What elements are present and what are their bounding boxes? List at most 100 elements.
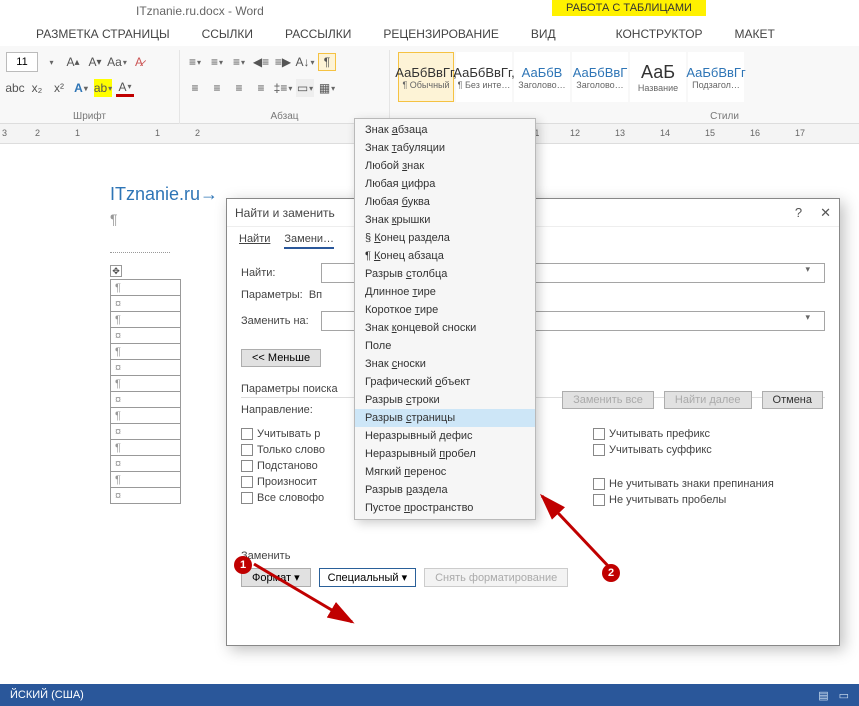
table-cell[interactable]: ¤ xyxy=(111,392,181,408)
tab-replace[interactable]: Замени… xyxy=(284,233,334,249)
special-menu-item-21[interactable]: Пустое пространство xyxy=(355,499,535,517)
special-menu-item-18[interactable]: Неразрывный пробел xyxy=(355,445,535,463)
find-next-button[interactable]: Найти далее xyxy=(664,391,752,409)
special-menu-item-12[interactable]: Поле xyxy=(355,337,535,355)
checkbox-icon[interactable] xyxy=(241,492,253,504)
special-menu-item-20[interactable]: Разрыв раздела xyxy=(355,481,535,499)
grow-font-icon[interactable]: A▴ xyxy=(64,53,82,71)
special-menu-item-7[interactable]: ¶ Конец абзаца xyxy=(355,247,535,265)
tab-view[interactable]: ВИД xyxy=(531,27,556,41)
replace-all-button[interactable]: Заменить все xyxy=(562,391,654,409)
style-item-2[interactable]: АаБбВЗаголово… xyxy=(514,52,570,102)
help-icon[interactable]: ? xyxy=(795,205,802,221)
tab-find[interactable]: Найти xyxy=(239,233,270,249)
special-menu-item-5[interactable]: Знак крышки xyxy=(355,211,535,229)
checkbox-icon[interactable] xyxy=(593,428,605,440)
font-size-dropdown-icon[interactable] xyxy=(42,53,60,71)
sort-icon[interactable]: A↓ xyxy=(296,53,314,71)
decrease-indent-icon[interactable]: ◀≡ xyxy=(252,53,270,71)
chevron-down-icon[interactable]: ▾ xyxy=(805,264,810,275)
style-item-5[interactable]: АаБбВвГгПодзагол… xyxy=(688,52,744,102)
table-cell[interactable]: ¶ xyxy=(111,440,181,456)
tab-table-design[interactable]: КОНСТРУКТОР xyxy=(616,27,703,41)
print-layout-view-icon[interactable]: ▤ xyxy=(818,689,828,702)
special-menu-item-10[interactable]: Короткое тире xyxy=(355,301,535,319)
special-menu-item-8[interactable]: Разрыв столбца xyxy=(355,265,535,283)
highlight-icon[interactable]: ab xyxy=(94,79,112,97)
table-move-handle[interactable]: ✥ xyxy=(110,265,122,277)
checkbox-icon[interactable] xyxy=(241,460,253,472)
special-menu-item-13[interactable]: Знак сноски xyxy=(355,355,535,373)
style-item-3[interactable]: АаБбВвГЗаголово… xyxy=(572,52,628,102)
document-hyperlink[interactable]: ITznanie.ru→ xyxy=(110,184,218,204)
special-menu-item-14[interactable]: Графический объект xyxy=(355,373,535,391)
align-center-icon[interactable]: ≡ xyxy=(208,79,226,97)
table-cell[interactable]: ¤ xyxy=(111,488,181,504)
checkbox-icon[interactable] xyxy=(593,478,605,490)
table-cell[interactable]: ¤ xyxy=(111,328,181,344)
special-menu-item-0[interactable]: Знак абзаца xyxy=(355,121,535,139)
align-right-icon[interactable]: ≡ xyxy=(230,79,248,97)
change-case-icon[interactable]: Aa xyxy=(108,53,126,71)
checkbox-icon[interactable] xyxy=(241,428,253,440)
special-menu-item-15[interactable]: Разрыв строки xyxy=(355,391,535,409)
show-marks-icon[interactable]: ¶ xyxy=(318,53,336,71)
checkbox-icon[interactable] xyxy=(241,444,253,456)
special-menu-item-16[interactable]: Разрыв страницы xyxy=(355,409,535,427)
tab-mailings[interactable]: РАССЫЛКИ xyxy=(285,27,351,41)
cancel-button[interactable]: Отмена xyxy=(762,391,823,409)
special-menu-item-1[interactable]: Знак табуляции xyxy=(355,139,535,157)
special-characters-menu[interactable]: Знак абзацаЗнак табуляцииЛюбой знакЛюбая… xyxy=(354,118,536,520)
style-item-0[interactable]: АаБбВвГг,¶ Обычный xyxy=(398,52,454,102)
tab-table-layout[interactable]: МАКЕТ xyxy=(735,27,775,41)
table-cell[interactable]: ¤ xyxy=(111,360,181,376)
font-size-input[interactable] xyxy=(6,52,38,72)
numbering-icon[interactable]: ≡ xyxy=(208,53,226,71)
table-cell[interactable]: ¤ xyxy=(111,296,181,312)
less-options-button[interactable]: << Меньше xyxy=(241,349,321,367)
table-cell[interactable]: ¶ xyxy=(111,408,181,424)
tab-page-layout[interactable]: РАЗМЕТКА СТРАНИЦЫ xyxy=(36,27,170,41)
document-table[interactable]: ¶¤¶¤¶¤¶¤¶¤¶¤¶¤ xyxy=(110,279,181,504)
table-cell[interactable]: ¤ xyxy=(111,456,181,472)
increase-indent-icon[interactable]: ≡▶ xyxy=(274,53,292,71)
table-cell[interactable]: ¶ xyxy=(111,280,181,296)
align-left-icon[interactable]: ≡ xyxy=(186,79,204,97)
search-option-right-0[interactable]: Учитывать префикс xyxy=(593,428,825,440)
special-menu-item-4[interactable]: Любая буква xyxy=(355,193,535,211)
special-menu-item-17[interactable]: Неразрывный дефис xyxy=(355,427,535,445)
checkbox-icon[interactable] xyxy=(241,476,253,488)
language-indicator[interactable]: ЙСКИЙ (США) xyxy=(10,689,84,701)
font-color-icon[interactable]: A xyxy=(116,79,134,97)
special-menu-item-11[interactable]: Знак концевой сноски xyxy=(355,319,535,337)
chevron-down-icon[interactable]: ▾ xyxy=(805,312,810,323)
special-menu-item-9[interactable]: Длинное тире xyxy=(355,283,535,301)
tab-review[interactable]: РЕЦЕНЗИРОВАНИЕ xyxy=(383,27,498,41)
style-item-4[interactable]: АаБНазвание xyxy=(630,52,686,102)
read-mode-view-icon[interactable]: ▭ xyxy=(839,689,849,702)
style-item-1[interactable]: АаБбВвГг,¶ Без инте… xyxy=(456,52,512,102)
close-icon[interactable]: ✕ xyxy=(820,205,831,221)
table-cell[interactable]: ¶ xyxy=(111,312,181,328)
special-menu-item-3[interactable]: Любая цифра xyxy=(355,175,535,193)
shrink-font-icon[interactable]: A▾ xyxy=(86,53,104,71)
tab-references[interactable]: ССЫЛКИ xyxy=(202,27,253,41)
table-cell[interactable]: ¶ xyxy=(111,472,181,488)
shading-icon[interactable]: ▭ xyxy=(296,79,314,97)
subscript-icon[interactable]: x₂ xyxy=(28,79,46,97)
styles-gallery[interactable]: АаБбВвГг,¶ ОбычныйАаБбВвГг,¶ Без инте…Аа… xyxy=(396,50,853,104)
justify-icon[interactable]: ≡ xyxy=(252,79,270,97)
checkbox-icon[interactable] xyxy=(593,444,605,456)
table-cell[interactable]: ¶ xyxy=(111,376,181,392)
strikethrough-icon[interactable]: abc xyxy=(6,79,24,97)
table-cell[interactable]: ¤ xyxy=(111,424,181,440)
bullets-icon[interactable]: ≡ xyxy=(186,53,204,71)
multilevel-icon[interactable]: ≡ xyxy=(230,53,248,71)
special-menu-item-6[interactable]: § Конец раздела xyxy=(355,229,535,247)
search-option-right-2[interactable]: Не учитывать знаки препинания xyxy=(593,478,825,490)
special-menu-item-2[interactable]: Любой знак xyxy=(355,157,535,175)
line-spacing-icon[interactable]: ‡≡ xyxy=(274,79,292,97)
superscript-icon[interactable]: x² xyxy=(50,79,68,97)
search-option-right-1[interactable]: Учитывать суффикс xyxy=(593,444,825,456)
borders-icon[interactable]: ▦ xyxy=(318,79,336,97)
